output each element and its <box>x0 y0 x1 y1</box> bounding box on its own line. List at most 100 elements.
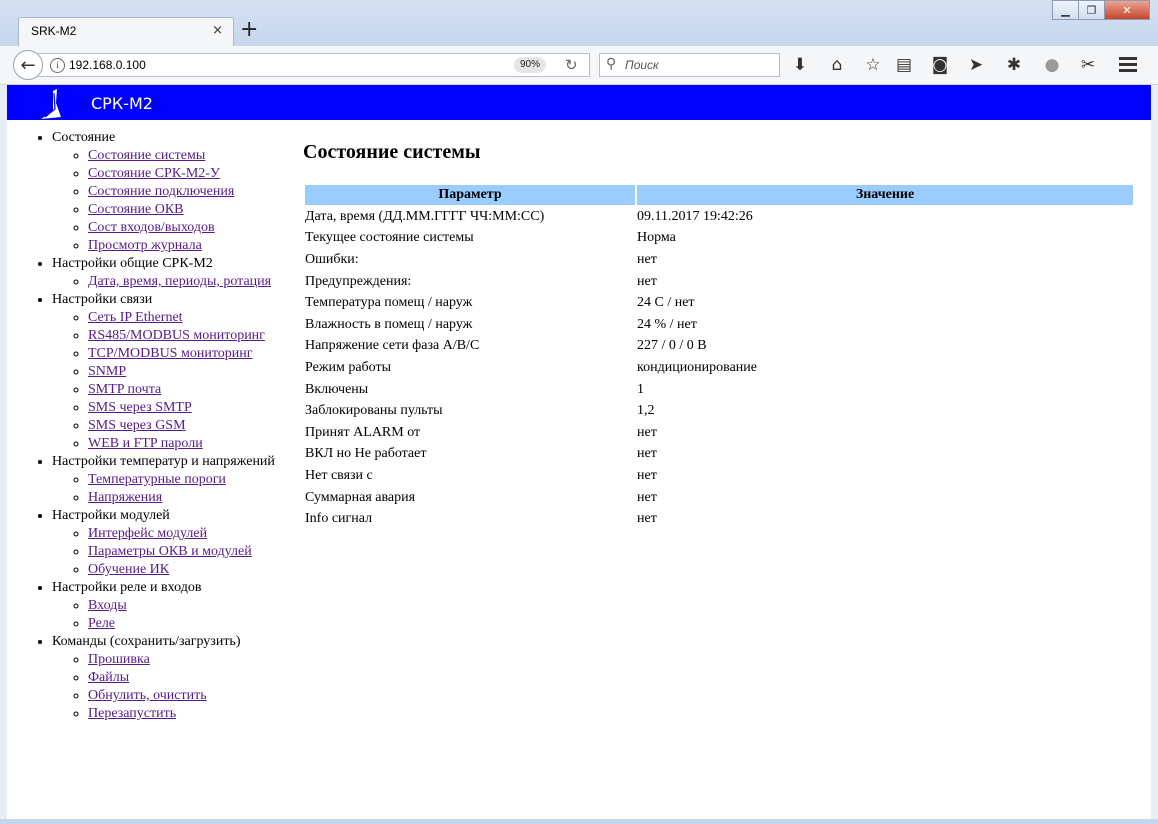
navigation-toolbar: i 192.168.0.100 90% ↻ ← ⚲ Поиск ⬇ ⌂ ☆ ▤ … <box>0 46 1158 85</box>
parameter-cell: Ошибки: <box>305 251 359 267</box>
table-row: Напряжение сети фаза A/B/C 227 / 0 / 0 В <box>305 337 1133 357</box>
page-title: Состояние системы <box>303 141 481 163</box>
sidebar-link[interactable]: Перезапустить <box>88 706 176 721</box>
close-tab-icon[interactable]: × <box>212 23 223 38</box>
sidebar-section-label: Команды (сохранить/загрузить) <box>52 634 241 649</box>
sidebar-item: Файлы <box>88 669 297 687</box>
sidebar-link[interactable]: SMS через GSM <box>88 418 186 433</box>
sidebar-link[interactable]: Интерфейс модулей <box>88 526 207 541</box>
sidebar-item: Реле <box>88 615 297 633</box>
page-content: СРК-М2 Состояние Состояние системы Состоян… <box>7 85 1151 819</box>
value-cell: нет <box>637 273 657 289</box>
column-header-value: Значение <box>637 185 1133 205</box>
minimize-icon[interactable]: ▁ <box>1052 0 1079 20</box>
bug-icon[interactable]: ✱ <box>1002 55 1026 75</box>
extension-icon[interactable]: ✂ <box>1076 55 1100 75</box>
parameter-cell: ВКЛ но Не работает <box>305 446 427 462</box>
sidebar-link[interactable]: Температурные пороги <box>88 472 226 487</box>
sidebar-link[interactable]: Файлы <box>88 670 129 685</box>
browser-window: SRK-M2 × + ▁ ❐ ✕ i 192.168.0.100 90% ↻ ←… <box>0 0 1158 824</box>
sidebar-link[interactable]: Состояние системы <box>88 148 205 163</box>
sidebar-link[interactable]: Напряжения <box>88 490 162 505</box>
url-bar[interactable]: i 192.168.0.100 90% ↻ <box>38 53 590 77</box>
sidebar-item: SNMP <box>88 363 297 381</box>
value-cell: 09.11.2017 19:42:26 <box>637 208 753 224</box>
download-icon[interactable]: ⬇ <box>788 55 812 75</box>
home-icon[interactable]: ⌂ <box>825 55 849 75</box>
browser-tab[interactable]: SRK-M2 × <box>18 17 234 47</box>
site-brand: СРК-М2 <box>91 94 153 113</box>
title-bar: SRK-M2 × + ▁ ❐ ✕ <box>0 0 1158 47</box>
sidebar-link[interactable]: RS485/MODBUS мониторинг <box>88 328 265 343</box>
parameter-cell: Напряжение сети фаза A/B/C <box>305 338 480 354</box>
sidebar-link[interactable]: SMTP почта <box>88 382 161 397</box>
table-row: ВКЛ но Не работает нет <box>305 445 1133 465</box>
sidebar-link[interactable]: Сеть IP Ethernet <box>88 310 183 325</box>
sidebar-section-label: Настройки температур и напряжений <box>52 454 275 469</box>
sidebar-link[interactable]: WEB и FTP пароли <box>88 436 203 451</box>
hamburger-menu-icon[interactable] <box>1119 57 1137 75</box>
send-icon[interactable]: ➤ <box>964 55 988 75</box>
sidebar-section-label: Состояние <box>52 130 116 145</box>
column-header-parameter: Параметр <box>305 185 635 205</box>
parameter-cell: Предупреждения: <box>305 273 412 289</box>
sidebar-link[interactable]: Параметры ОКВ и модулей <box>88 544 252 559</box>
bookmark-star-icon[interactable]: ☆ <box>861 55 885 75</box>
window-frame-bottom <box>0 819 1158 824</box>
table-row: Нет связи с нет <box>305 466 1133 486</box>
reader-list-icon[interactable]: ▤ <box>892 55 916 75</box>
sidebar-link[interactable]: Обучение ИК <box>88 562 169 577</box>
sidebar-link[interactable]: SMS через SMTP <box>88 400 192 415</box>
sidebar-link[interactable]: Состояние подключения <box>88 184 234 199</box>
sidebar-link[interactable]: Просмотр журнала <box>88 238 202 253</box>
globe-icon[interactable]: ● <box>1040 55 1064 75</box>
sidebar-section: Настройки температур и напряжений Темпера… <box>52 453 297 507</box>
maximize-icon[interactable]: ❐ <box>1078 0 1105 20</box>
sidebar-link[interactable]: Сост входов/выходов <box>88 220 215 235</box>
back-button-icon[interactable]: ← <box>13 50 43 80</box>
site-header: СРК-М2 <box>7 85 1151 120</box>
value-cell: 227 / 0 / 0 В <box>637 338 707 354</box>
info-icon[interactable]: i <box>50 58 65 73</box>
value-cell: 24 С / нет <box>637 295 695 311</box>
sidebar-link[interactable]: Входы <box>88 598 127 613</box>
sidebar-item: Прошивка <box>88 651 297 669</box>
sidebar-item: SMS через SMTP <box>88 399 297 417</box>
sidebar-item: Просмотр журнала <box>88 237 297 255</box>
table-row: Принят ALARM от нет <box>305 423 1133 443</box>
new-tab-button[interactable]: + <box>240 17 258 43</box>
parameter-cell: Info сигнал <box>305 511 373 527</box>
value-cell: 1 <box>637 381 644 397</box>
zoom-indicator[interactable]: 90% <box>514 57 546 73</box>
sidebar-section-label: Настройки реле и входов <box>52 580 202 595</box>
sidebar-item: Входы <box>88 597 297 615</box>
sidebar-item: Температурные пороги <box>88 471 297 489</box>
url-text[interactable]: 192.168.0.100 <box>69 58 146 72</box>
reload-icon[interactable]: ↻ <box>565 56 578 74</box>
sidebar-link[interactable]: TCP/MODBUS мониторинг <box>88 346 252 361</box>
value-cell: Норма <box>637 230 676 246</box>
sidebar-link[interactable]: Дата, время, периоды, ротация <box>88 274 271 289</box>
sidebar-link[interactable]: Реле <box>88 616 115 631</box>
pocket-icon[interactable]: ◙ <box>928 55 952 75</box>
parameter-cell: Влажность в помещ / наруж <box>305 316 473 332</box>
sidebar-item: Состояние ОКВ <box>88 201 297 219</box>
sidebar-link[interactable]: Состояние ОКВ <box>88 202 184 217</box>
table-row: Текущее состояние системы Норма <box>305 229 1133 249</box>
value-cell: нет <box>637 489 657 505</box>
parameter-cell: Принят ALARM от <box>305 424 421 440</box>
sidebar-section: Настройки связи Сеть IP Ethernet RS485/MOD… <box>52 291 297 453</box>
sidebar-link[interactable]: Состояние СРК-М2-У <box>88 166 220 181</box>
sidebar-link[interactable]: Прошивка <box>88 652 150 667</box>
search-placeholder: Поиск <box>625 58 659 72</box>
search-input[interactable]: ⚲ Поиск <box>599 53 780 77</box>
sidebar-item: Состояние системы <box>88 147 297 165</box>
sidebar-link[interactable]: Обнулить, очистить <box>88 688 207 703</box>
close-window-icon[interactable]: ✕ <box>1104 0 1150 20</box>
value-cell: 24 % / нет <box>637 316 697 332</box>
window-controls: ▁ ❐ ✕ <box>1052 0 1150 20</box>
sidebar-link[interactable]: SNMP <box>88 364 126 379</box>
value-cell: нет <box>637 446 657 462</box>
logo-icon <box>41 89 61 119</box>
sidebar-section: Настройки модулей Интерфейс модулей Параме… <box>52 507 297 579</box>
